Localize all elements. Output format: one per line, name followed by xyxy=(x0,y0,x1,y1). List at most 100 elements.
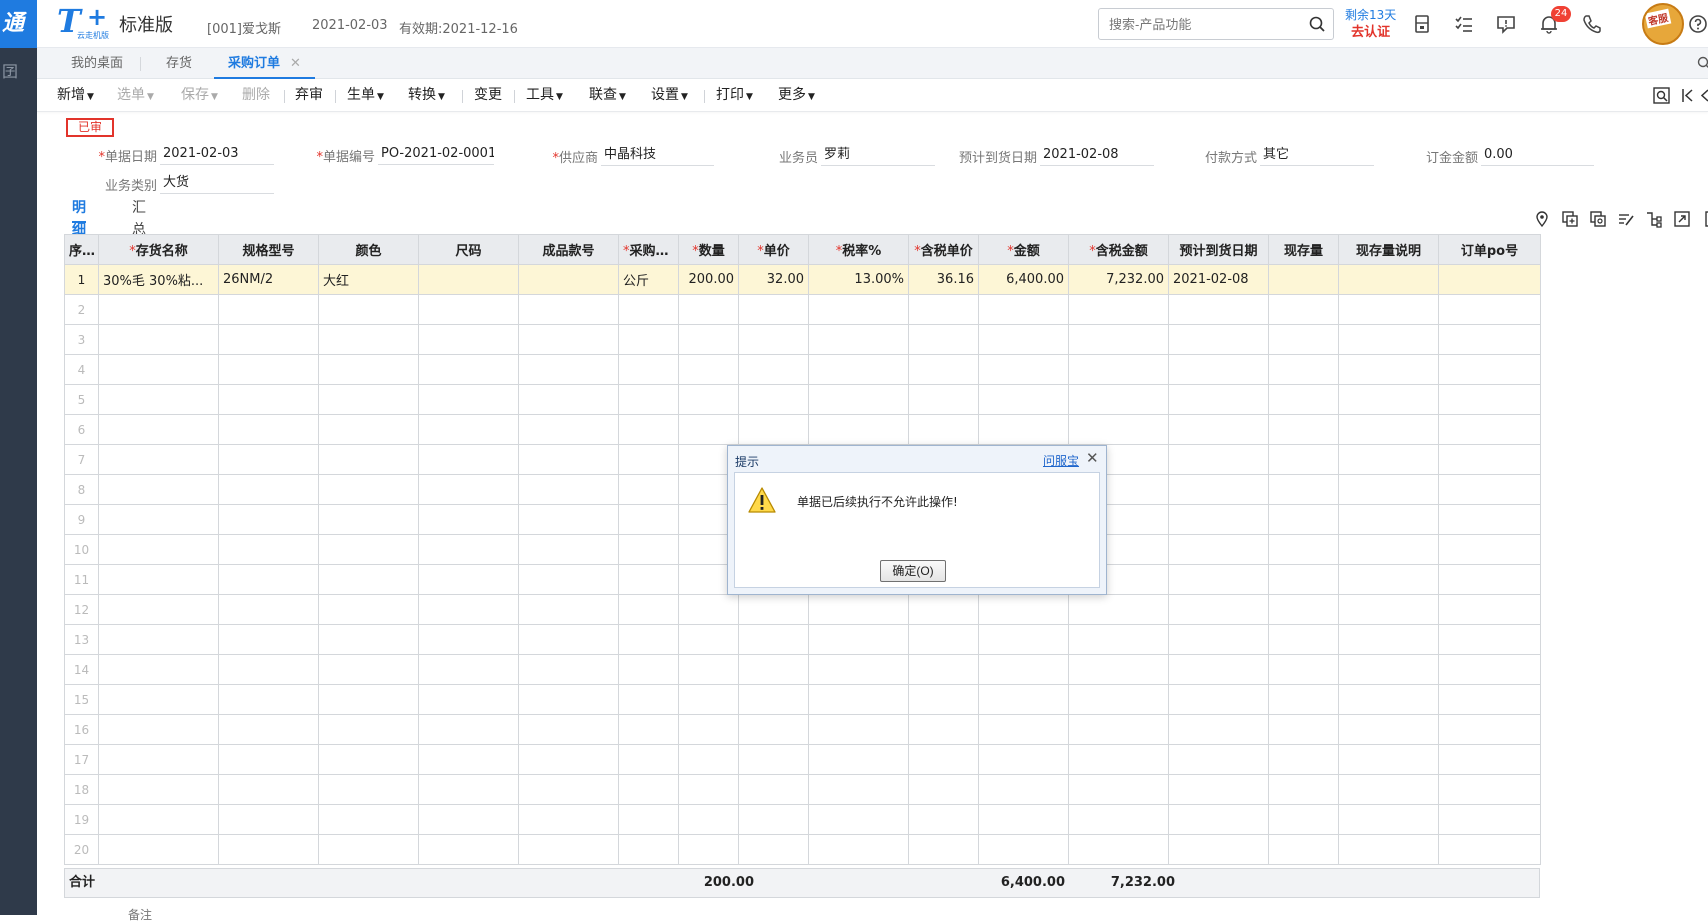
table-cell[interactable] xyxy=(319,775,419,805)
table-cell[interactable] xyxy=(739,805,809,835)
table-cell[interactable] xyxy=(619,415,679,445)
table-cell[interactable] xyxy=(219,805,319,835)
table-cell[interactable] xyxy=(1269,745,1339,775)
help-icon[interactable] xyxy=(1687,13,1708,35)
table-cell[interactable] xyxy=(219,385,319,415)
table-cell[interactable] xyxy=(809,415,909,445)
table-cell[interactable] xyxy=(419,445,519,475)
table-cell[interactable] xyxy=(739,775,809,805)
column-header[interactable]: *数量 xyxy=(679,235,739,265)
table-cell[interactable] xyxy=(679,745,739,775)
table-cell[interactable] xyxy=(519,475,619,505)
salesman-value[interactable]: 罗莉 xyxy=(821,144,935,166)
column-header[interactable]: 订单po号 xyxy=(1439,235,1541,265)
table-cell[interactable] xyxy=(679,295,739,325)
table-cell[interactable] xyxy=(419,565,519,595)
business-type-value[interactable]: 大货 xyxy=(160,172,274,194)
table-cell[interactable] xyxy=(519,505,619,535)
table-row[interactable]: 20 xyxy=(65,835,1541,865)
table-cell[interactable] xyxy=(1439,715,1541,745)
table-cell[interactable] xyxy=(99,505,219,535)
more-button[interactable]: 更多▼ xyxy=(778,79,815,112)
table-cell[interactable] xyxy=(739,625,809,655)
table-cell[interactable]: 26NM/2 xyxy=(219,265,319,295)
table-cell[interactable] xyxy=(909,655,979,685)
table-cell[interactable] xyxy=(1269,835,1339,865)
table-cell[interactable]: 大红 xyxy=(319,265,419,295)
column-header[interactable]: 预计到货日期 xyxy=(1169,235,1269,265)
business-type-field[interactable]: 业务类别 大货 xyxy=(160,172,274,194)
table-cell[interactable] xyxy=(219,745,319,775)
preview-icon[interactable] xyxy=(1653,87,1670,104)
table-cell[interactable] xyxy=(1269,535,1339,565)
calculator-icon[interactable] xyxy=(1411,13,1433,35)
table-cell[interactable] xyxy=(1169,685,1269,715)
first-record-icon[interactable] xyxy=(1681,87,1695,104)
table-cell[interactable] xyxy=(739,355,809,385)
table-cell[interactable] xyxy=(1439,685,1541,715)
table-cell[interactable] xyxy=(909,295,979,325)
table-cell[interactable] xyxy=(809,655,909,685)
delete-button[interactable]: 删除 xyxy=(242,79,270,112)
table-cell[interactable] xyxy=(519,415,619,445)
table-cell[interactable] xyxy=(619,685,679,715)
print-button[interactable]: 打印▼ xyxy=(716,79,753,112)
table-cell[interactable] xyxy=(909,775,979,805)
table-cell[interactable] xyxy=(1169,295,1269,325)
table-cell[interactable] xyxy=(519,295,619,325)
table-cell[interactable] xyxy=(1169,385,1269,415)
table-cell[interactable] xyxy=(1439,505,1541,535)
nav-glyph[interactable]: 囝 xyxy=(2,58,18,82)
table-cell[interactable] xyxy=(1439,415,1541,445)
table-cell[interactable] xyxy=(99,745,219,775)
table-cell[interactable] xyxy=(1439,775,1541,805)
table-cell[interactable] xyxy=(419,325,519,355)
table-cell[interactable] xyxy=(1069,775,1169,805)
table-cell[interactable] xyxy=(979,835,1069,865)
table-cell[interactable] xyxy=(739,745,809,775)
table-cell[interactable] xyxy=(1169,355,1269,385)
column-header[interactable]: 现存量说明 xyxy=(1339,235,1439,265)
table-cell[interactable] xyxy=(219,835,319,865)
column-header[interactable]: 序号 xyxy=(65,235,99,265)
table-cell[interactable] xyxy=(909,805,979,835)
table-cell[interactable] xyxy=(619,835,679,865)
table-cell[interactable] xyxy=(1269,265,1339,295)
table-cell[interactable] xyxy=(619,325,679,355)
table-cell[interactable] xyxy=(519,355,619,385)
table-cell[interactable] xyxy=(319,505,419,535)
table-row[interactable]: 18 xyxy=(65,775,1541,805)
table-cell[interactable] xyxy=(619,805,679,835)
certify-link[interactable]: 去认证 xyxy=(1345,24,1396,42)
table-cell[interactable] xyxy=(1169,415,1269,445)
table-cell[interactable] xyxy=(1069,385,1169,415)
table-cell[interactable] xyxy=(319,565,419,595)
table-cell[interactable] xyxy=(809,625,909,655)
table-cell[interactable]: 36.16 xyxy=(909,265,979,295)
table-cell[interactable] xyxy=(909,625,979,655)
tab-close-icon[interactable]: ✕ xyxy=(290,56,301,71)
tab-my-desktop[interactable]: 我的桌面 xyxy=(57,48,137,79)
table-cell[interactable] xyxy=(809,595,909,625)
table-cell[interactable] xyxy=(909,355,979,385)
table-cell[interactable]: 2021-02-08 xyxy=(1169,265,1269,295)
table-cell[interactable] xyxy=(99,535,219,565)
table-cell[interactable] xyxy=(1269,355,1339,385)
table-cell[interactable] xyxy=(1439,265,1541,295)
split-icon[interactable] xyxy=(1645,210,1663,228)
table-cell[interactable] xyxy=(519,625,619,655)
table-cell[interactable] xyxy=(619,715,679,745)
table-cell[interactable] xyxy=(809,715,909,745)
table-cell[interactable] xyxy=(519,445,619,475)
table-cell[interactable] xyxy=(1069,805,1169,835)
generate-button[interactable]: 生单▼ xyxy=(347,79,384,112)
table-cell[interactable] xyxy=(99,295,219,325)
table-cell[interactable] xyxy=(419,475,519,505)
table-cell[interactable] xyxy=(1439,655,1541,685)
deposit-amount-value[interactable]: 0.00 xyxy=(1481,144,1594,166)
column-header[interactable]: *存货名称 xyxy=(99,235,219,265)
table-cell[interactable] xyxy=(1169,565,1269,595)
table-cell[interactable]: 13.00% xyxy=(809,265,909,295)
table-cell[interactable] xyxy=(619,745,679,775)
payment-method-field[interactable]: 付款方式 其它 xyxy=(1260,144,1374,166)
